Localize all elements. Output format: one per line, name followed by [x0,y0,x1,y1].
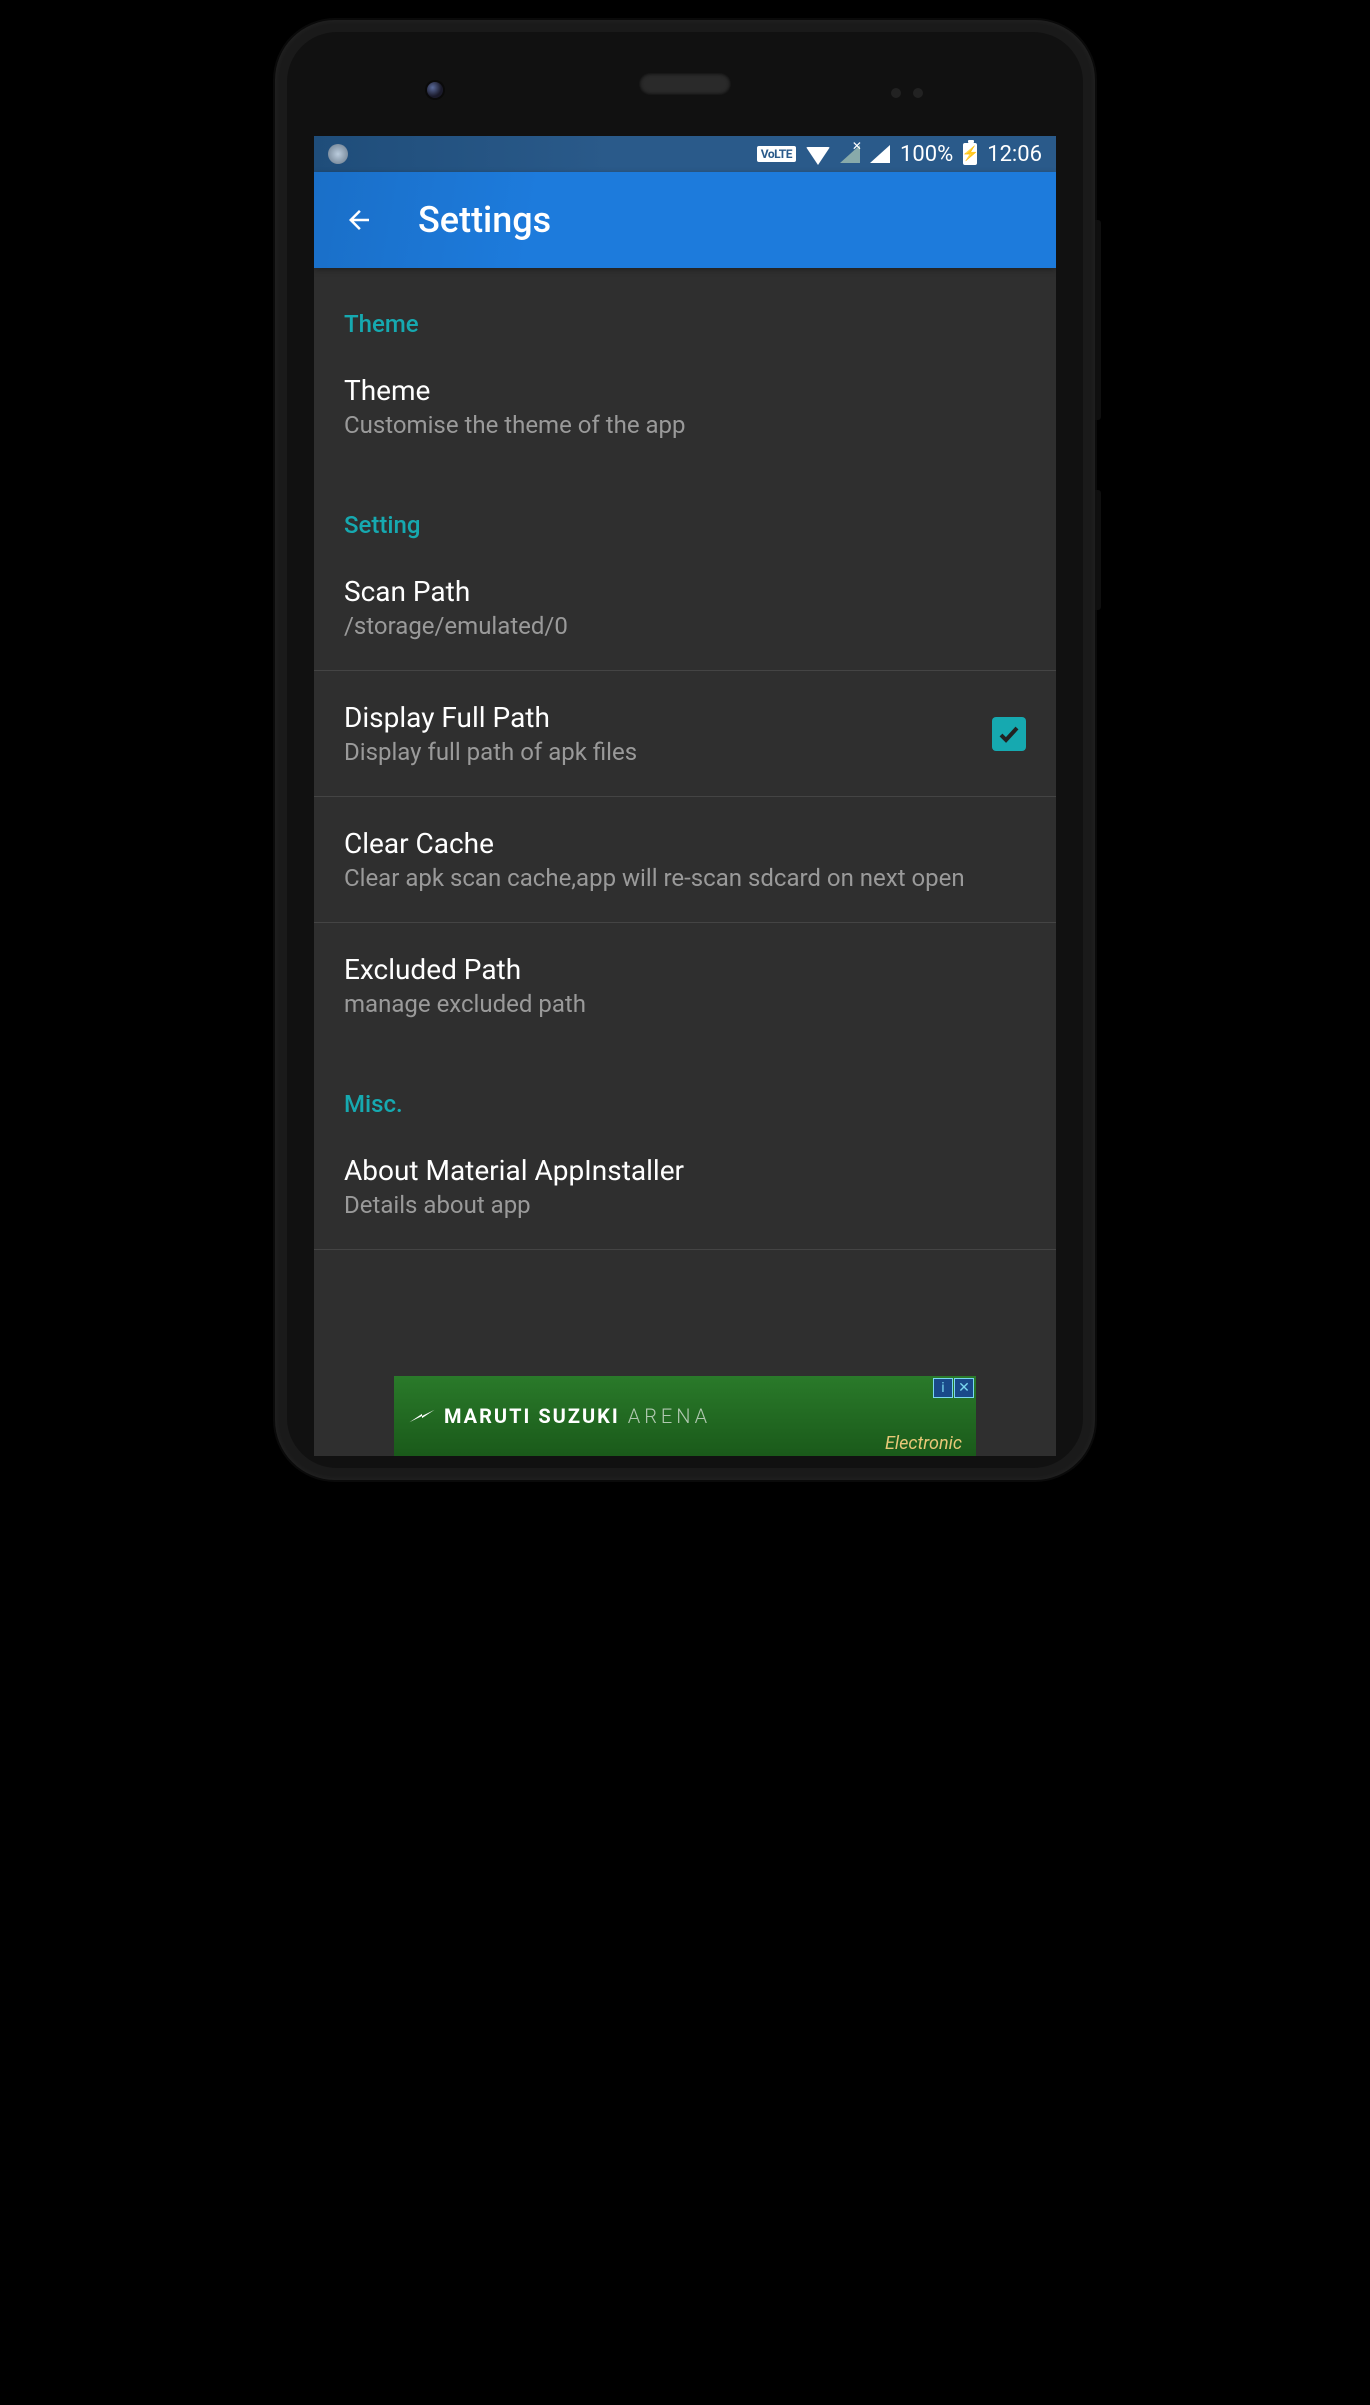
battery-percent: 100% [900,142,953,167]
ad-info-button[interactable]: i [933,1378,953,1398]
setting-title: Clear Cache [344,827,1026,860]
back-button[interactable] [344,205,374,235]
section-header-misc: Misc. [314,1048,1056,1124]
setting-scan-path[interactable]: Scan Path /storage/emulated/0 [314,545,1056,670]
earpiece-speaker [639,73,731,95]
setting-subtitle: /storage/emulated/0 [344,612,1026,640]
setting-title: About Material AppInstaller [344,1154,1026,1187]
status-bar[interactable]: VoLTE ✕ 100% ⚡ 12:06 [314,136,1056,172]
front-camera [427,82,443,98]
volte-icon: VoLTE [757,146,796,162]
setting-theme[interactable]: Theme Customise the theme of the app [314,344,1056,469]
battery-icon: ⚡ [963,143,977,165]
power-button [1095,490,1101,610]
setting-subtitle: manage excluded path [344,990,1026,1018]
setting-subtitle: Display full path of apk files [344,738,972,766]
section-header-theme: Theme [314,268,1056,344]
divider [314,1249,1056,1250]
section-header-setting: Setting [314,469,1056,545]
proximity-sensors [891,88,923,98]
phone-frame: VoLTE ✕ 100% ⚡ 12:06 [275,20,1095,1480]
setting-title: Display Full Path [344,701,972,734]
check-icon [997,722,1021,746]
setting-title: Scan Path [344,575,1026,608]
ad-subbrand-text: ARENA [628,1404,711,1428]
clock: 12:06 [987,142,1042,167]
wifi-icon [806,147,830,165]
page-title: Settings [418,199,551,241]
signal-sim2-icon [870,145,890,163]
setting-excluded-path[interactable]: Excluded Path manage excluded path [314,923,1056,1048]
setting-about[interactable]: About Material AppInstaller Details abou… [314,1124,1056,1249]
setting-display-full-path[interactable]: Display Full Path Display full path of a… [314,671,1056,796]
ad-banner[interactable]: MARUTI SUZUKI ARENA i ✕ Electronic [394,1376,976,1456]
phone-bezel: VoLTE ✕ 100% ⚡ 12:06 [287,32,1083,1468]
setting-subtitle: Customise the theme of the app [344,411,1026,439]
suzuki-logo-icon [408,1405,436,1427]
ad-close-button[interactable]: ✕ [954,1378,974,1398]
setting-title: Excluded Path [344,953,1026,986]
volume-button [1095,220,1101,420]
ad-brand-text: MARUTI SUZUKI [444,1404,620,1428]
setting-subtitle: Details about app [344,1191,1026,1219]
signal-sim1-icon: ✕ [840,145,860,163]
screen: VoLTE ✕ 100% ⚡ 12:06 [314,136,1056,1456]
ad-logo: MARUTI SUZUKI ARENA [408,1404,711,1428]
notification-icon [328,144,348,164]
setting-subtitle: Clear apk scan cache,app will re-scan sd… [344,864,1026,892]
display-full-path-checkbox[interactable] [992,717,1026,751]
app-bar: Settings [314,172,1056,268]
ad-tagline: Electronic [885,1433,962,1454]
setting-title: Theme [344,374,1026,407]
settings-content[interactable]: Theme Theme Customise the theme of the a… [314,268,1056,1456]
setting-clear-cache[interactable]: Clear Cache Clear apk scan cache,app wil… [314,797,1056,922]
arrow-left-icon [344,205,374,235]
